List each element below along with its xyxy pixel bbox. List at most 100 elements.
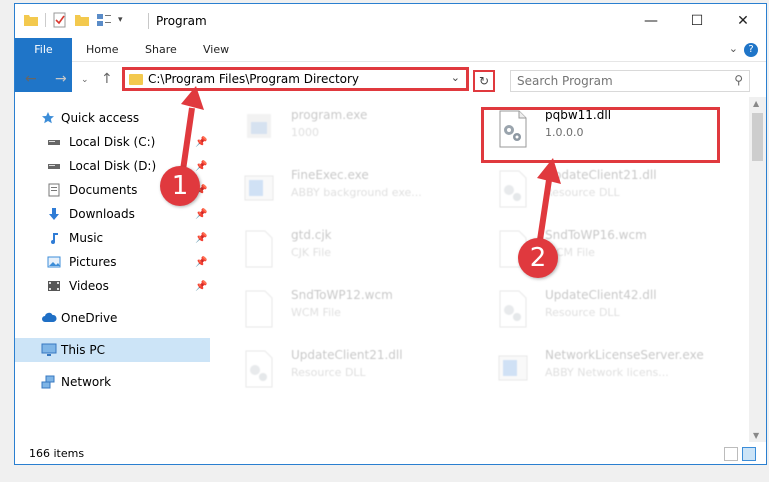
back-arrow-icon[interactable]: ← [25,71,37,87]
tab-view[interactable]: View [189,38,243,62]
pin-icon[interactable]: 📌 [195,257,207,268]
scroll-down-icon[interactable]: ▼ [753,431,759,440]
sidebar-item-label: This PC [61,343,105,357]
sidebar-item-label: Local Disk (C:) [69,135,156,149]
download-arrow-icon [49,208,59,220]
refresh-icon[interactable]: ↻ [473,70,495,92]
pin-icon[interactable]: 📌 [195,209,207,220]
file-name: gtd.cjk [291,228,332,242]
view-options-icon[interactable] [96,12,112,28]
navigation-pane: Quick access Local Disk (C:) 📌 Local Dis… [15,102,210,442]
sidebar-item-label: Music [69,231,104,245]
explorer-window: ▾ Program — ☐ ✕ File Home Share View ⌄ ?… [14,3,767,465]
sidebar-item-music[interactable]: Music 📌 [15,226,210,250]
view-toggle [724,447,756,461]
star-icon [42,112,54,124]
file-details: Resource DLL [545,306,620,319]
pin-icon[interactable]: 📌 [195,233,207,244]
item-count: 166 items [29,447,85,460]
sidebar-item-label: Downloads [69,207,135,221]
file-name: NetworkLicenseServer.exe [545,348,704,362]
dll-highlight-box [481,107,720,163]
file-item[interactable]: program.exe 1000 [233,102,463,156]
file-name: program.exe [291,108,368,122]
qat-dropdown-icon[interactable]: ▾ [118,15,123,25]
sidebar-item-onedrive[interactable]: OneDrive [15,306,210,330]
sidebar-item-network[interactable]: Network [15,370,210,394]
sidebar-item-pictures[interactable]: Pictures 📌 [15,250,210,274]
search-box[interactable]: ⚲ [510,70,750,92]
tiles-view-icon[interactable] [742,447,756,461]
cloud-icon [42,312,57,322]
expand-ribbon-icon[interactable]: ⌄ [729,42,738,55]
file-details: CJK File [291,246,332,259]
recent-locations-chevron-icon[interactable]: ⌄ [81,75,89,85]
status-bar: 166 items [15,442,766,464]
file-item[interactable]: UpdateClient21.dll Resource DLL [233,342,463,396]
scrollbar-thumb[interactable] [752,113,763,161]
tab-home[interactable]: Home [72,38,132,62]
sidebar-item-label: Network [61,375,112,389]
minimize-button[interactable]: — [628,4,674,38]
title-divider [148,13,149,29]
blank-file-icon [245,230,273,268]
address-dropdown-icon[interactable]: ⌄ [451,71,460,84]
search-input[interactable] [517,71,717,91]
help-icon[interactable]: ? [744,43,758,57]
file-details: Resource DLL [291,366,366,379]
properties-check-icon[interactable] [52,12,68,28]
dll-gear-icon [499,290,527,328]
pin-icon[interactable]: 📌 [195,281,207,292]
close-button[interactable]: ✕ [720,4,766,38]
monitor-icon [41,343,57,356]
tab-share[interactable]: Share [131,38,191,62]
file-item[interactable]: SndToWP12.wcm WCM File [233,282,463,336]
file-details: 1000 [291,126,319,139]
music-note-icon [51,233,58,244]
sidebar-item-quick-access[interactable]: Quick access [15,106,210,130]
file-name: FineExec.exe [291,168,369,182]
search-icon[interactable]: ⚲ [734,73,743,87]
step-badge-2: 2 [518,238,558,278]
file-name: UpdateClient21.dll [291,348,403,362]
sidebar-item-label: Local Disk (D:) [69,159,157,173]
file-details: WCM File [291,306,341,319]
sidebar-item-label: Videos [69,279,109,293]
documents-icon [48,183,60,197]
sidebar-item-local-disk-c[interactable]: Local Disk (C:) 📌 [15,130,210,154]
file-details: ABBY background exe... [291,186,422,199]
sidebar-item-this-pc[interactable]: This PC [15,338,210,362]
file-item[interactable]: UpdateClient21.dll Resource DLL [487,162,717,216]
title-bar: ▾ Program — ☐ ✕ [15,4,766,38]
pin-icon[interactable]: 📌 [195,161,207,172]
sidebar-item-label: Pictures [69,255,117,269]
new-folder-icon[interactable] [74,12,90,28]
maximize-button[interactable]: ☐ [674,4,720,38]
sidebar-item-videos[interactable]: Videos 📌 [15,274,210,298]
scroll-up-icon[interactable]: ▲ [753,99,759,108]
folder-icon [24,15,38,26]
file-item[interactable]: NetworkLicenseServer.exe ABBY Network li… [487,342,717,396]
file-item[interactable]: gtd.cjk CJK File [233,222,463,276]
file-name: UpdateClient42.dll [545,288,657,302]
sidebar-item-label: OneDrive [61,311,118,325]
exe-icon [247,114,271,138]
details-view-icon[interactable] [724,447,738,461]
videos-icon [48,281,60,291]
address-folder-icon [129,74,143,85]
forward-arrow-icon[interactable]: → [55,71,67,87]
address-path[interactable]: C:\Program Files\Program Directory [148,72,359,86]
window-title: Program [156,14,207,28]
file-item[interactable]: UpdateClient42.dll Resource DLL [487,282,717,336]
vertical-scrollbar[interactable]: ▲ ▼ [749,97,766,442]
sidebar-item-label: Documents [69,183,138,197]
address-bar[interactable]: C:\Program Files\Program Directory ⌄ [122,67,469,91]
dll-gear-icon [499,170,527,208]
file-item[interactable]: FineExec.exe ABBY background exe... [233,162,463,216]
qat-divider [45,13,46,27]
pin-icon[interactable]: 📌 [195,137,207,148]
step-badge-1: 1 [160,166,200,206]
up-arrow-icon[interactable]: ↑ [101,71,113,87]
drive-icon [48,140,60,145]
drive-icon [48,164,60,169]
